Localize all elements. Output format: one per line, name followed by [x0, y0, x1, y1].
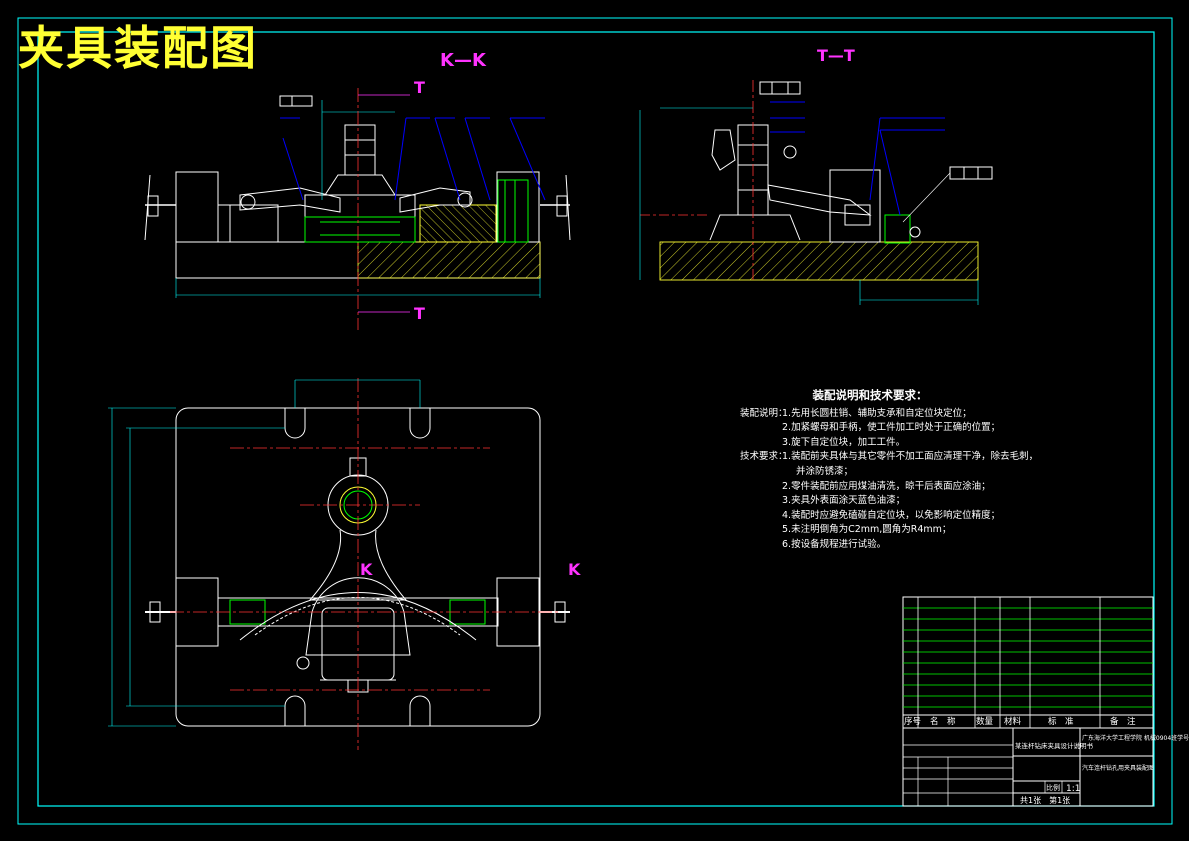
kk-section-view: [144, 88, 571, 330]
title-block: 序号 名 称 数量 材料 标 准 备 注 某连杆钻床夹具设计说明书 广东海洋大学…: [902, 596, 1189, 807]
bom-header-no: 序号: [904, 716, 921, 727]
scale-label: 比例: [1046, 783, 1060, 792]
assembly-note-1: 装配说明：1.先用长圆柱销、辅助支承和自定位块定位；: [740, 407, 1000, 422]
bom-header-name: 名 称: [930, 716, 956, 727]
section-label-tt: T—T: [817, 46, 855, 65]
bom-header-standard: 标 准: [1048, 716, 1074, 727]
assembly-label: 装配说明：: [740, 407, 788, 419]
assembly-drawing-canvas: 序号 名 称 数量 材料 标 准 备 注 某连杆钻床夹具设计说明书 广东海洋大学…: [17, 17, 1189, 825]
tech-req-2: 2.零件装配前应用煤油清洗，晾干后表面应涂油；: [782, 480, 991, 492]
section-label-k-right: K: [568, 560, 581, 579]
sheet-count: 共1张 第1张: [1020, 795, 1070, 805]
bom-header-remark: 备 注: [1110, 716, 1136, 727]
section-label-t-bottom: T: [414, 304, 425, 323]
bom-header-material: 材料: [1004, 716, 1022, 727]
section-label-k-left: K: [360, 560, 373, 579]
assembly-step-3: 3.旋下自定位块，加工工件。: [782, 436, 906, 448]
bom-header-qty: 数量: [976, 716, 994, 727]
section-label-t-top: T: [414, 78, 425, 97]
tech-req-3: 3.夹具外表面涂天蓝色油漆；: [782, 495, 906, 507]
plan-view: [108, 378, 570, 750]
technical-notes: 装配说明和技术要求： 装配说明：1.先用长圆柱销、辅助支承和自定位块定位； 2.…: [740, 388, 1038, 553]
drawing-title: 夹具装配图: [18, 21, 258, 75]
notes-title: 装配说明和技术要求：: [812, 388, 928, 402]
school-name: 广东海洋大学工程学院 机械0904班学号: [1082, 734, 1189, 742]
assembly-step-2: 2.加紧螺母和手柄，使工件加工时处于正确的位置；: [782, 422, 1001, 434]
tech-req-6: 6.按设备规程进行试验。: [782, 538, 887, 550]
tech-note-1: 技术要求：1.装配前夹具体与其它零件不加工面应清理干净，除去毛刺，: [740, 450, 1038, 465]
part-name: 汽车连杆钻孔用夹具装配图: [1082, 764, 1154, 772]
project-title: 某连杆钻床夹具设计说明书: [1015, 741, 1094, 750]
tech-req-5: 5.未注明倒角为C2mm,圆角为R4mm；: [782, 524, 952, 536]
assembly-step-1: 1.先用长圆柱销、辅助支承和自定位块定位；: [782, 407, 972, 419]
tt-section-view: [639, 80, 993, 305]
tech-label: 技术要求：: [740, 451, 788, 463]
section-label-kk: K—K: [440, 50, 486, 71]
tech-req-1: 1.装配前夹具体与其它零件不加工面应清理干净，除去毛刺，: [782, 451, 1039, 463]
scale-value: 1:1: [1066, 784, 1080, 794]
tech-req-1-cont: 并涂防锈漆；: [796, 465, 854, 477]
tech-req-4: 4.装配时应避免磕碰自定位块，以免影响定位精度；: [782, 509, 1001, 521]
